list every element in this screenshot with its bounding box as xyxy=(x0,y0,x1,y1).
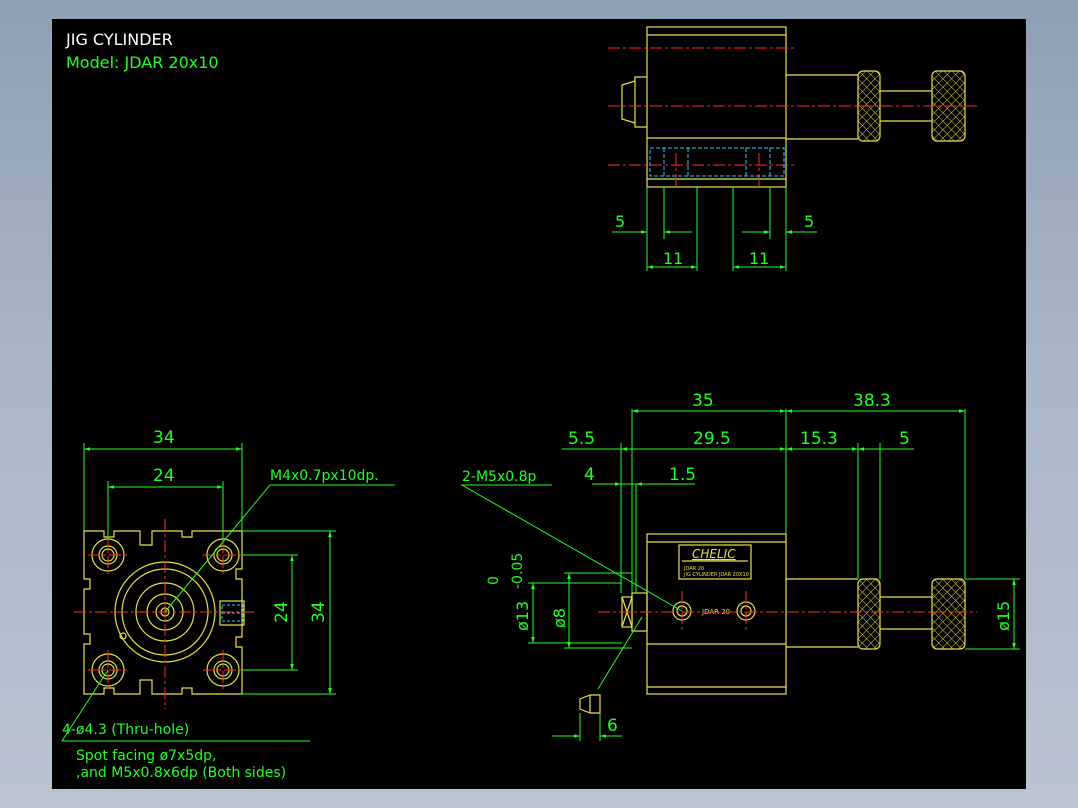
dim-top-left-offset: 5 xyxy=(615,212,625,231)
dim-inner-length: 29.5 xyxy=(693,429,731,449)
dim-body-length: 35 xyxy=(692,391,714,411)
side-view-knurl-2 xyxy=(931,578,966,650)
dim-rod-seg1: 15.3 xyxy=(800,429,838,449)
cad-drawing-canvas[interactable]: JIG CYLINDER Model: JDAR 20x10 5 11 11 5… xyxy=(52,19,1026,789)
dim-bore-dia: ø13 xyxy=(513,601,532,631)
top-view-body xyxy=(646,26,787,188)
nameplate-brand: CHELIC xyxy=(692,547,736,561)
side-view-knurl-1 xyxy=(857,578,881,650)
dim-top-right-offset: 5 xyxy=(804,212,814,231)
dim-front-hole-pitch-x: 24 xyxy=(153,466,175,486)
dim-rod-seg2: 5 xyxy=(899,429,910,449)
note-spot-facing: Spot facing ø7x5dp, xyxy=(76,748,216,764)
dim-front-width: 34 xyxy=(153,428,175,448)
dim-rod-extension: 38.3 xyxy=(853,391,891,411)
dim-knob-dia: ø15 xyxy=(994,601,1013,631)
dim-top-right-span: 11 xyxy=(749,249,769,268)
callout-port-thread: M4x0.7px10dp. xyxy=(270,468,379,484)
cad-drawing[interactable]: JIG CYLINDER Model: JDAR 20x10 5 11 11 5… xyxy=(52,19,1026,789)
front-view: 34 24 24 34 M4x0.7px10dp. 4-ø4.3 (Thru-h… xyxy=(61,428,395,781)
dim-front-hole-pitch-y: 24 xyxy=(272,601,292,623)
dim-fitting: 6 xyxy=(607,716,618,736)
top-view-boss xyxy=(634,76,647,128)
drawing-title: JIG CYLINDER xyxy=(65,30,173,49)
dim-port-offset: 4 xyxy=(584,465,595,485)
dim-left-offset: 5.5 xyxy=(568,429,595,449)
dim-port-gap: 1.5 xyxy=(669,465,696,485)
note-thread: ,and M5x0.8x6dp (Both sides) xyxy=(76,765,286,781)
nameplate-line2: JIG CYLINDER JDAR 20X10 xyxy=(683,572,749,578)
dim-bore-tol-lower: -0.05 xyxy=(510,553,526,589)
dim-top-left-span: 11 xyxy=(663,249,683,268)
side-view: CHELIC JDAR 20 JIG CYLINDER JDAR 20X10 J… xyxy=(460,391,1020,741)
dim-front-height: 34 xyxy=(309,601,329,623)
callout-ports: 2-M5x0.8p xyxy=(462,469,536,485)
dim-bore-tol-upper: 0 xyxy=(486,576,502,585)
hidden-feature xyxy=(649,147,785,177)
dim-boss-dia: ø8 xyxy=(550,608,569,628)
top-view: 5 11 11 5 xyxy=(608,26,977,271)
callout-mounting-holes: 4-ø4.3 (Thru-hole) xyxy=(62,722,189,738)
model-label: Model: JDAR 20x10 xyxy=(66,53,219,72)
